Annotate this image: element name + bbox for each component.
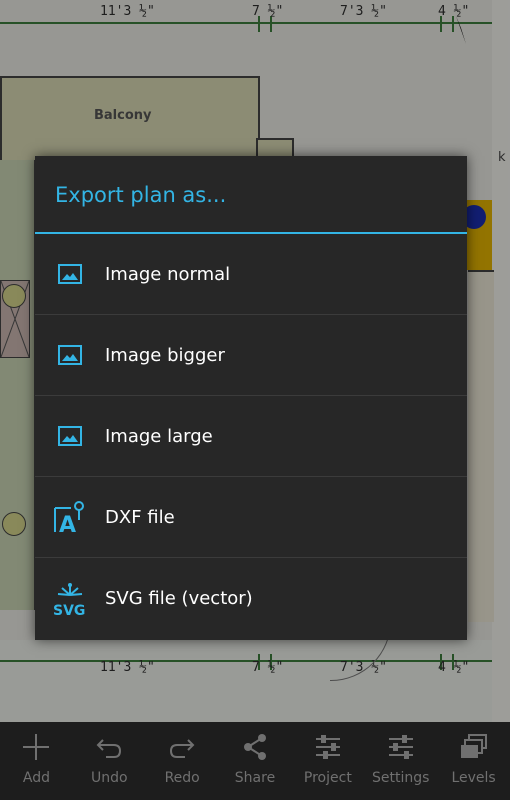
toolbar-add-button[interactable]: Add: [0, 722, 73, 800]
toolbar-levels-button[interactable]: Levels: [437, 722, 510, 800]
undo-icon: [96, 739, 122, 758]
redo-icon: [170, 739, 195, 758]
image-icon: [35, 345, 105, 365]
toolbar-share-button[interactable]: Share: [219, 722, 292, 800]
dialog-title: Export plan as...: [35, 156, 467, 234]
image-icon: [35, 426, 105, 446]
export-item-label: SVG file (vector): [105, 588, 253, 609]
export-image-large[interactable]: Image large: [35, 396, 467, 477]
export-image-bigger[interactable]: Image bigger: [35, 315, 467, 396]
export-item-label: Image bigger: [105, 344, 225, 366]
toolbar-project-button[interactable]: Project: [291, 722, 364, 800]
dxf-icon: A: [35, 500, 105, 534]
toolbar-redo-button[interactable]: Redo: [146, 722, 219, 800]
export-item-label: Image large: [105, 425, 213, 447]
layers-icon: [460, 734, 487, 758]
sliders-icon: [388, 735, 413, 759]
export-svg-file[interactable]: SVG SVG file (vector): [35, 558, 467, 639]
dxf-icon-letter: A: [59, 513, 76, 534]
export-item-label: Image normal: [105, 263, 231, 285]
toolbar-label: Add: [22, 770, 50, 786]
toolbar-label: Project: [303, 770, 352, 786]
share-icon: [244, 734, 266, 760]
toolbar-label: Undo: [91, 770, 128, 786]
bottom-toolbar: Add Undo Redo Share Project Settings Lev…: [0, 722, 510, 800]
toolbar-undo-button[interactable]: Undo: [73, 722, 146, 800]
toolbar-label: Redo: [164, 770, 200, 786]
svg-icon-text: SVG: [53, 603, 85, 617]
svg-icon: SVG: [35, 581, 105, 617]
plus-icon: [23, 734, 50, 760]
export-dialog: Export plan as... Image normal Image big…: [35, 156, 467, 640]
export-item-label: DXF file: [105, 506, 175, 528]
sliders-icon: [315, 735, 340, 759]
toolbar-settings-button[interactable]: Settings: [364, 722, 437, 800]
export-image-normal[interactable]: Image normal: [35, 234, 467, 315]
image-icon: [35, 264, 105, 284]
toolbar-label: Levels: [451, 770, 496, 786]
toolbar-label: Settings: [372, 770, 430, 786]
export-dxf-file[interactable]: A DXF file: [35, 477, 467, 558]
toolbar-label: Share: [234, 770, 276, 786]
